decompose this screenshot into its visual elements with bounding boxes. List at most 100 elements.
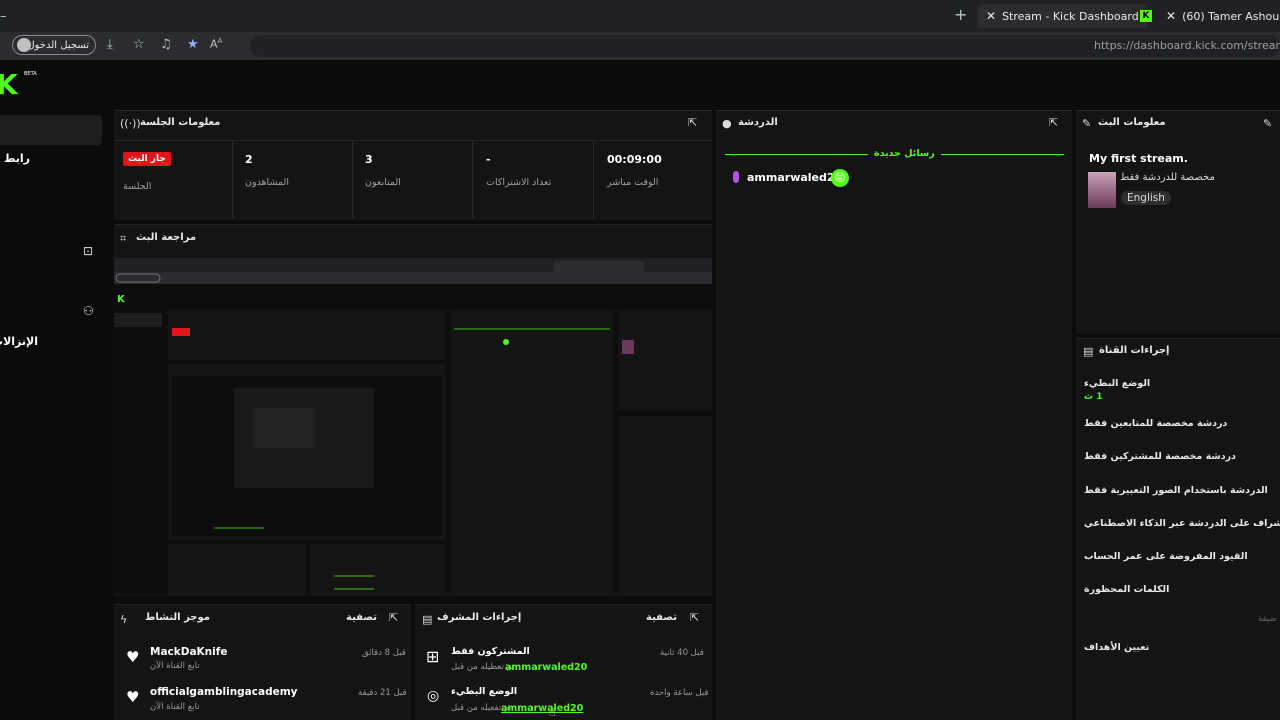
session-info-title: معلومات الجلسة bbox=[140, 117, 221, 128]
url-text: https://dashboard.kick.com/strear bbox=[1093, 39, 1280, 52]
stream-preview-title: مراجعة البث bbox=[136, 232, 197, 243]
subscribers-only-toggle[interactable]: دردشة مخصصة للمشتركين فقط bbox=[1084, 451, 1236, 462]
chat-bubble-icon: ● bbox=[722, 117, 732, 130]
ai-moderation-toggle[interactable]: الإشراف على الدردشة عبر الذكاء الاصطناعي bbox=[1084, 518, 1280, 529]
tab-label: Stream - Kick Dashboard bbox=[1002, 9, 1139, 23]
mod-action-time: قبل 40 ثانية bbox=[660, 648, 704, 658]
preview-icon: ⌗ bbox=[120, 232, 127, 245]
video-icon[interactable]: ⊡ bbox=[83, 244, 93, 258]
popout-icon[interactable]: ⇱ bbox=[389, 611, 398, 624]
popout-icon[interactable]: ⇱ bbox=[688, 116, 697, 129]
users-icon[interactable]: ⚇ bbox=[83, 304, 94, 318]
new-messages-label: رسائل جديدة bbox=[868, 148, 941, 159]
stream-info-title: معلومات البث bbox=[1098, 117, 1166, 128]
mic-badge-icon bbox=[733, 171, 739, 183]
activity-sub: تابع القناة الآن bbox=[150, 702, 200, 712]
activity-user[interactable]: officialgamblingacademy bbox=[150, 686, 298, 698]
star-filled-icon[interactable]: ★ bbox=[187, 37, 199, 52]
slow-mode-toggle[interactable]: الوضع البطيء bbox=[1084, 378, 1150, 389]
read-aloud-icon[interactable]: AA bbox=[210, 37, 222, 51]
language-tag: English bbox=[1121, 191, 1171, 205]
tab-kick-dashboard[interactable]: ✕ Stream - Kick Dashboard bbox=[978, 4, 1147, 28]
login-button[interactable]: تسجيل الدخول bbox=[12, 35, 96, 55]
emote-icon: 😝 bbox=[831, 169, 849, 187]
snail-icon: ◎ bbox=[427, 688, 440, 704]
account-age-toggle[interactable]: القيود المفروضة على عمر الحساب bbox=[1084, 551, 1248, 562]
divider bbox=[352, 140, 353, 218]
favorites-icon[interactable]: ☆ bbox=[133, 37, 145, 52]
close-icon[interactable]: ✕ bbox=[986, 9, 996, 23]
minimize-icon[interactable]: – bbox=[0, 9, 7, 24]
svg-text:K: K bbox=[117, 294, 126, 305]
live-badge: جار البث bbox=[123, 152, 171, 166]
mod-action-name: الوضع البطيء bbox=[451, 686, 518, 697]
activity-user[interactable]: MackDaKnife bbox=[150, 646, 227, 658]
lightning-icon: ϟ bbox=[120, 613, 128, 626]
preview-thumbnail: K bbox=[114, 258, 712, 594]
channel-actions-title: إجراءات القناة bbox=[1099, 345, 1170, 356]
stat-viewers-label: المشاهدون bbox=[245, 177, 289, 188]
channel-actions-icon: ▤ bbox=[1083, 345, 1094, 358]
chat-panel bbox=[716, 110, 1072, 720]
stream-preview-video[interactable]: K bbox=[114, 258, 712, 594]
edit-icon[interactable]: ✎ bbox=[1263, 117, 1272, 130]
activity-time: قبل 21 دقيقة bbox=[358, 688, 407, 698]
wrench-icon: ✎ bbox=[1082, 117, 1092, 130]
activity-time: قبل 8 دقائق bbox=[362, 648, 406, 658]
sidebar bbox=[0, 108, 110, 720]
mod-action-user[interactable]: ammarwaled20 bbox=[501, 703, 583, 714]
sidebar-item-drops[interactable]: الإنزالات bbox=[0, 335, 38, 348]
close-icon[interactable]: ✕ bbox=[1166, 9, 1176, 23]
heart-icon: ♥ bbox=[126, 688, 140, 706]
activity-sub: تابع القناة الآن bbox=[150, 661, 200, 671]
music-icon[interactable]: ♫ bbox=[160, 37, 172, 52]
cursor-icon: ☝ bbox=[549, 706, 556, 719]
stat-viewers-value: 2 bbox=[245, 153, 253, 166]
category-thumbnail[interactable] bbox=[1088, 172, 1116, 208]
mod-actions-title: إجراءات المشرف bbox=[437, 612, 522, 623]
broadcast-icon: ((·)) bbox=[120, 117, 141, 130]
app-header bbox=[0, 60, 1280, 108]
kick-favicon-icon: K bbox=[1140, 10, 1152, 22]
stat-live-time-value: 00:09:00 bbox=[607, 153, 662, 166]
download-icon[interactable]: ⤓ bbox=[107, 37, 113, 52]
session-label: الجلسة bbox=[123, 181, 152, 192]
new-tab-button[interactable]: + bbox=[954, 5, 967, 24]
sidebar-item-selected[interactable] bbox=[0, 115, 102, 145]
mod-action-name: المشتركون فقط bbox=[451, 646, 530, 657]
stat-followers-value: 3 bbox=[365, 153, 373, 166]
sidebar-item-label: الإنزالات bbox=[0, 335, 38, 348]
mod-action-time: قبل ساعة واحدة bbox=[650, 688, 709, 698]
mod-action-user[interactable]: ammarwaled20 bbox=[505, 662, 587, 673]
popout-icon[interactable]: ⇱ bbox=[1049, 116, 1058, 129]
mod-filter-button[interactable]: تصفية bbox=[646, 612, 677, 623]
sidebar-item-links[interactable]: رابط و bbox=[0, 152, 30, 165]
channel-actions-panel bbox=[1076, 338, 1280, 720]
set-goals-link[interactable]: تعيين الأهداف bbox=[1084, 642, 1149, 653]
login-label: تسجيل الدخول bbox=[27, 39, 89, 51]
divider bbox=[114, 140, 712, 141]
emotes-only-toggle[interactable]: الدردشة باستخدام الصور التعبيرية فقط bbox=[1084, 485, 1268, 496]
popout-icon[interactable]: ⇱ bbox=[690, 611, 699, 624]
activity-filter-button[interactable]: تصفية bbox=[346, 612, 377, 623]
emote-glyph: 😝 bbox=[834, 171, 846, 184]
gift-icon: ⊞ bbox=[426, 647, 440, 666]
stat-followers-label: المتابعون bbox=[365, 177, 401, 188]
banned-words-link[interactable]: الكلمات المحظورة bbox=[1084, 584, 1169, 595]
followers-only-toggle[interactable]: دردشة مخصصة للمتابعين فقط bbox=[1084, 418, 1227, 429]
stream-info-panel bbox=[1076, 110, 1280, 334]
heart-icon: ♥ bbox=[126, 648, 140, 666]
tab-youtube[interactable]: K ✕ (60) Tamer Ashour - Makre bbox=[1140, 4, 1280, 28]
sidebar-item-label: رابط و bbox=[0, 152, 30, 165]
stat-subs-label: تعداد الاشتراكات bbox=[486, 177, 552, 188]
stat-live-time-label: الوقت مباشر bbox=[607, 177, 659, 188]
stream-title: My first stream. bbox=[1089, 152, 1188, 165]
stat-subs-value: - bbox=[486, 153, 491, 166]
divider bbox=[472, 140, 473, 218]
chat-title: الدردشة bbox=[738, 117, 778, 128]
divider bbox=[593, 140, 594, 218]
tab-label: (60) Tamer Ashour - Makre bbox=[1182, 9, 1280, 23]
kick-logo[interactable]: K bbox=[0, 68, 18, 101]
stream-category[interactable]: مخصصة للدردشة فقط bbox=[1120, 172, 1215, 183]
divider bbox=[232, 140, 233, 218]
